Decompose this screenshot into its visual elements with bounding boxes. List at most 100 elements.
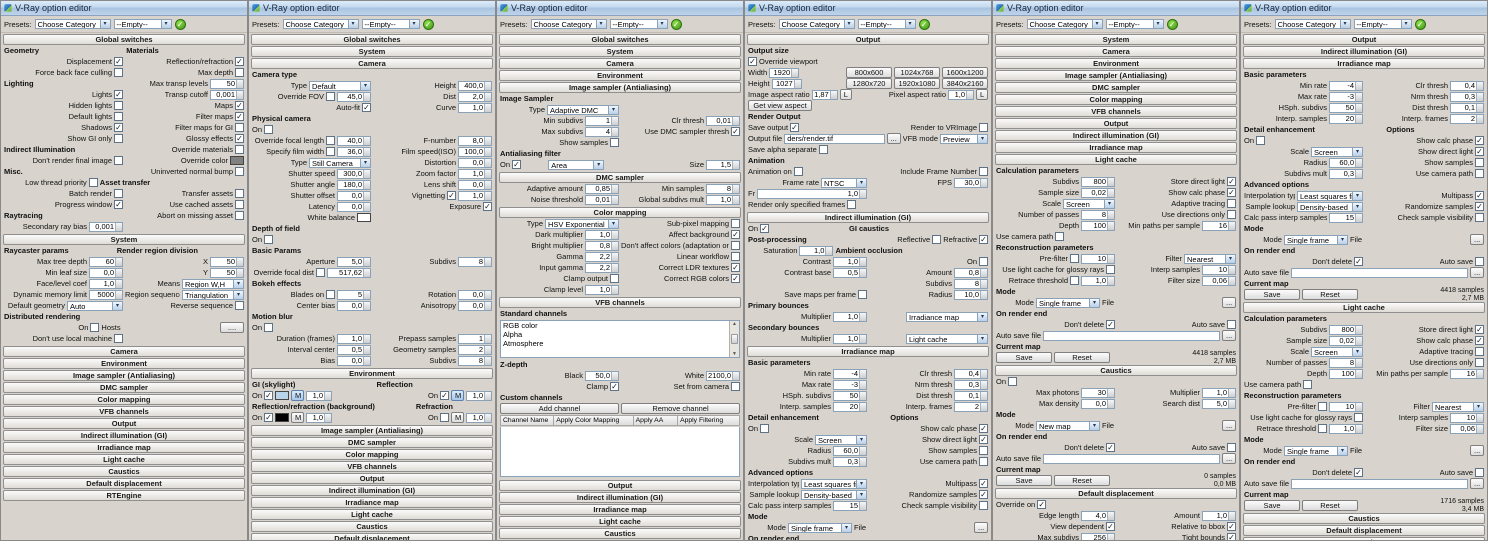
preset-select[interactable]: --Empty-- ▾ [361,19,420,29]
checkbox-show-samples[interactable] [1475,158,1484,167]
section-header-indirect-illumination-gi[interactable]: Indirect illumination (GI) [995,130,1237,141]
field-number-of-passes[interactable]: 8 [1081,209,1115,220]
section-header-indirect-illumination-gi[interactable]: Indirect illumination (GI) [499,492,741,503]
checkbox-view-dependent[interactable]: ✓ [1106,522,1115,531]
list-item-rgb-color[interactable]: RGB color [501,321,739,330]
field-dark-multiplier[interactable]: 1,0 [585,229,619,240]
field-interp-samples[interactable]: 20 [1329,113,1363,124]
section-header-indirect-illumination-gi[interactable]: Indirect illumination (GI) [747,212,989,223]
standard-channels-listbox[interactable]: RGB color Alpha Atmosphere ▲ ▼ [500,320,740,358]
preset-select[interactable]: --Empty-- ▾ [1353,19,1412,29]
checkbox-low-thread-priority[interactable] [88,178,98,187]
field-shutter-offset[interactable]: 0,0 [337,190,371,201]
field-center-bias[interactable]: 0,0 [337,300,371,311]
dropdown-mode[interactable]: Single frame ▾ [1283,234,1348,245]
field-max-rate[interactable]: -3 [1329,91,1363,102]
button-reset[interactable]: Reset [1302,500,1358,511]
button-m[interactable]: M [451,390,464,401]
field-override-focal-dist[interactable]: 517,62 [327,267,371,278]
section-header-output[interactable]: Output [1243,34,1485,45]
field-amount[interactable]: 1,0 [1202,510,1236,521]
section-header-irradiance-map[interactable]: Irradiance map [1243,58,1485,69]
apply-preset-button[interactable]: ✓ [1166,18,1178,30]
section-header-default-displacement[interactable]: Default displacement [1243,525,1485,536]
checkbox-blades-on[interactable] [326,290,335,299]
section-header-light-cache[interactable]: Light cache [499,516,741,527]
field-clamp-level[interactable]: 1,0 [585,284,619,295]
checkbox-use-camera-path[interactable] [979,457,988,466]
field-input-gamma[interactable]: 2,2 [585,262,619,273]
field-prepass-samples[interactable]: 1 [458,333,492,344]
field-pre-filter[interactable]: 10 [1081,253,1115,264]
checkbox-auto-save[interactable] [1475,257,1484,266]
dropdown-vfb-mode[interactable]: Preview ▾ [940,133,988,144]
dropdown-scale[interactable]: Screen ▾ [1063,198,1115,209]
field-auto-save-file[interactable] [1043,330,1220,341]
field-pre-filter[interactable]: 10 [1329,401,1363,412]
checkbox-on[interactable]: ✓ [512,160,522,169]
field-max-transp-levels[interactable]: 50 [210,78,245,89]
checkbox-use-directions-only[interactable] [1227,210,1236,219]
checkbox-shadows[interactable]: ✓ [114,123,123,132]
preset-select[interactable]: --Empty-- ▾ [857,19,916,29]
field-value[interactable]: 1,0 [306,390,333,401]
section-header-light-cache[interactable]: Light cache [3,454,245,465]
field-max-photons[interactable]: 30 [1081,387,1115,398]
field-min-paths-per-sample[interactable]: 16 [1450,368,1484,379]
field-blades-on[interactable]: 5 [337,289,371,300]
field-max-density[interactable]: 0,0 [1081,398,1115,409]
section-header-default-displacement[interactable]: Default displacement [251,533,493,540]
checkbox-displacement[interactable]: ✓ [114,57,123,66]
field-output-file[interactable]: ders/render.tif [784,133,885,144]
preset-select[interactable]: --Empty-- ▾ [1105,19,1164,29]
checkbox-override-focal-dist[interactable] [316,268,325,277]
checkbox-sub-pixel-mapping[interactable] [731,219,740,228]
list-item-atmosphere[interactable]: Atmosphere [501,339,739,348]
checkbox-auto-save[interactable] [1227,320,1236,329]
section-header-global-switches[interactable]: Global switches [499,34,741,45]
button-l[interactable]: L [839,89,852,100]
dropdown-filter[interactable]: Nearest ▾ [1432,401,1484,412]
checkbox-maps[interactable]: ✓ [235,101,244,110]
checkbox-filter-maps-for-gi[interactable] [235,123,244,132]
field-white[interactable]: 2100,0 [706,370,740,381]
field-f-number[interactable]: 8,0 [458,135,492,146]
dropdown-sample-lookup[interactable]: Density-based ▾ [801,489,867,500]
button-1920x1080[interactable]: 1920x1080 [894,78,940,89]
checkbox-reverse-sequence[interactable] [235,301,244,310]
button-reset[interactable]: Reset [1302,289,1358,300]
section-header-caustics[interactable]: Caustics [499,528,741,539]
preset-category-select[interactable]: Choose Category ▾ [778,19,855,29]
field-latency[interactable]: 0,0 [337,201,371,212]
field-min-subdivs[interactable]: 1 [585,115,619,126]
apply-preset-button[interactable]: ✓ [422,18,434,30]
button-m[interactable]: M [291,390,305,401]
preset-category-select[interactable]: Choose Category ▾ [1274,19,1351,29]
checkbox-auto-save[interactable] [1475,468,1484,477]
section-header-caustics[interactable]: Caustics [995,365,1237,376]
section-header-color-mapping[interactable]: Color mapping [499,207,741,218]
button-item[interactable]: .... [220,322,245,333]
checkbox-on[interactable] [760,424,770,433]
button-1280x720[interactable]: 1280x720 [846,78,892,89]
field-black[interactable]: 50,0 [585,370,619,381]
field-pixel-aspect-ratio[interactable]: 1,0 [948,89,974,100]
section-header-camera[interactable]: Camera [3,346,245,357]
color-swatch-white-balance[interactable] [357,213,371,222]
field-clr-thresh[interactable]: 0,4 [1450,80,1484,91]
dropdown-default-geometry[interactable]: Auto ▾ [67,300,123,311]
checkbox-don-t-delete[interactable]: ✓ [1106,443,1115,452]
checkbox-retrace-threshold[interactable] [1070,276,1079,285]
dropdown-type[interactable]: Still Camera ▾ [309,157,371,168]
button-3840x2160[interactable]: 3840x2160 [942,78,988,89]
dropdown-mode[interactable]: Single frame ▾ [1035,297,1100,308]
field-auto-save-file[interactable] [1043,453,1220,464]
field-interp-samples[interactable]: 10 [1202,264,1236,275]
preset-category-select[interactable]: Choose Category ▾ [1026,19,1103,29]
field-subdivs[interactable]: 8 [458,256,492,267]
checkbox-vignetting[interactable]: ✓ [447,191,456,200]
field-interp-frames[interactable]: 2 [954,401,988,412]
section-header-dmc-sampler[interactable]: DMC sampler [3,382,245,393]
checkbox-use-cached-assets[interactable] [235,200,244,209]
field-vignetting[interactable]: 1,0 [458,190,492,201]
